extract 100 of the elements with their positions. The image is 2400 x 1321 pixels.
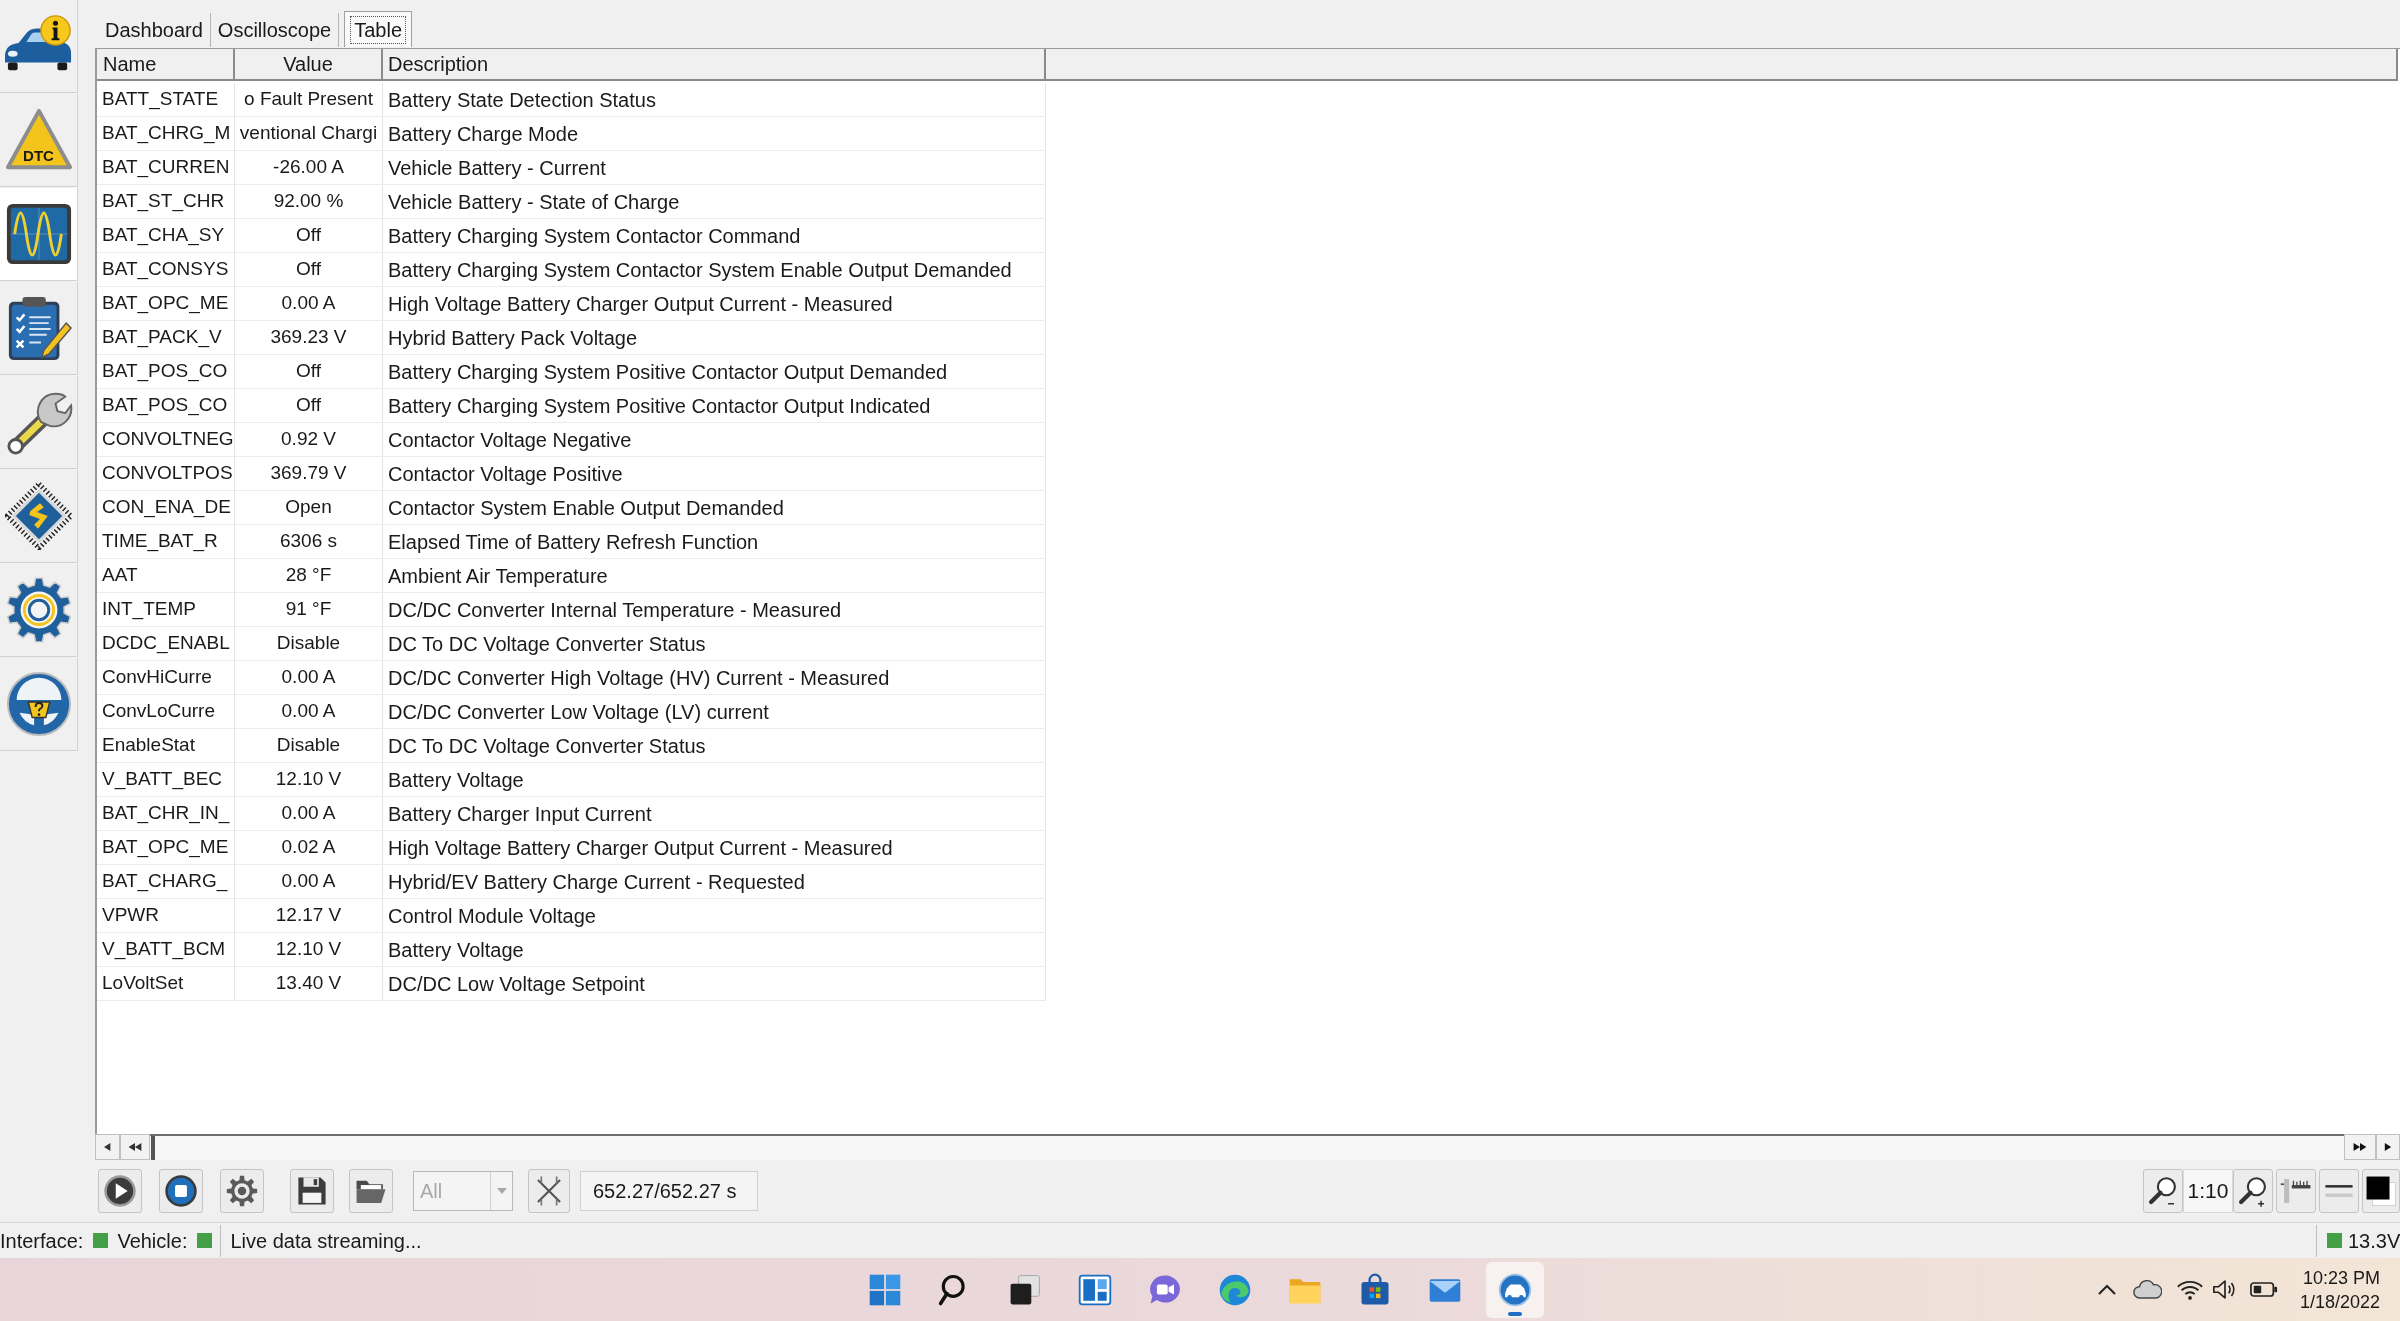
column-header[interactable]: Description bbox=[383, 49, 1046, 81]
zoom-level-label: 1:10 bbox=[2183, 1169, 2233, 1213]
zoom-in-button[interactable] bbox=[2233, 1169, 2273, 1213]
table-cell: Open bbox=[235, 491, 383, 524]
table-cell: Battery Voltage bbox=[383, 933, 1046, 966]
table-cell: 0.00 A bbox=[235, 287, 383, 320]
caret-down-icon bbox=[495, 1187, 508, 1195]
play-button[interactable] bbox=[98, 1169, 142, 1213]
table-cell: BAT_CHR_IN_ bbox=[97, 797, 235, 830]
table-cell: BAT_CHA_SY bbox=[97, 219, 235, 252]
table-cell: DC/DC Low Voltage Setpoint bbox=[383, 967, 1046, 1000]
tab[interactable]: Table bbox=[344, 11, 413, 47]
table-cell: BAT_ST_CHR bbox=[97, 185, 235, 218]
table-cell: BAT_OPC_ME bbox=[97, 287, 235, 320]
table-cell: AAT bbox=[97, 559, 235, 592]
zoom-out-button[interactable] bbox=[2143, 1169, 2183, 1213]
save-button[interactable] bbox=[290, 1169, 334, 1213]
table-cell: 12.10 V bbox=[235, 763, 383, 796]
tab[interactable]: Oscilloscope bbox=[210, 13, 340, 47]
table-cell: 369.23 V bbox=[235, 321, 383, 354]
tab[interactable]: Dashboard bbox=[98, 13, 211, 47]
sidebar-button[interactable] bbox=[0, 188, 78, 281]
table-cell: INT_TEMP bbox=[97, 593, 235, 626]
table-cell: Contactor Voltage Positive bbox=[383, 457, 1046, 490]
color-swatch-icon bbox=[2364, 1174, 2398, 1208]
table-cell: BAT_CHRG_M bbox=[97, 117, 235, 150]
status-label: Vehicle: bbox=[117, 1228, 188, 1254]
table-cell: Battery Charge Mode bbox=[383, 117, 1046, 150]
table-cell: BAT_OPC_ME bbox=[97, 831, 235, 864]
sidebar-button[interactable] bbox=[0, 0, 78, 93]
scrollbar-thumb[interactable] bbox=[151, 1136, 155, 1160]
table-cell: Disable bbox=[235, 729, 383, 762]
table-cell: Contactor Voltage Negative bbox=[383, 423, 1046, 456]
table-cell: o Fault Present bbox=[235, 83, 383, 116]
settings-button[interactable] bbox=[220, 1169, 264, 1213]
table-cell: 0.02 A bbox=[235, 831, 383, 864]
table-cell: Off bbox=[235, 253, 383, 286]
table-cell: ventional Chargi bbox=[235, 117, 383, 150]
table-cell: DC To DC Voltage Converter Status bbox=[383, 729, 1046, 762]
table-cell: Battery Charging System Positive Contactor Output Demanded bbox=[383, 355, 1046, 388]
play-icon bbox=[103, 1174, 137, 1208]
table-cell: VPWR bbox=[97, 899, 235, 932]
column-header[interactable] bbox=[1046, 49, 2398, 81]
settings-icon bbox=[225, 1174, 259, 1208]
table-cell: Vehicle Battery - State of Charge bbox=[383, 185, 1046, 218]
table-cell: LoVoltSet bbox=[97, 967, 235, 1000]
scroll-left-button[interactable] bbox=[95, 1134, 120, 1160]
table-cell: Off bbox=[235, 355, 383, 388]
table-cell: 12.17 V bbox=[235, 899, 383, 932]
stop-icon bbox=[164, 1174, 198, 1208]
open-button[interactable] bbox=[349, 1169, 393, 1213]
table-cell: 13.40 V bbox=[235, 967, 383, 1000]
table-cell: CON_ENA_DE bbox=[97, 491, 235, 524]
sidebar-button[interactable] bbox=[0, 282, 78, 375]
table-cell: 0.92 V bbox=[235, 423, 383, 456]
table-cell: Vehicle Battery - Current bbox=[383, 151, 1046, 184]
table-cell: DC/DC Converter Low Voltage (LV) current bbox=[383, 695, 1046, 728]
table-cell: 0.00 A bbox=[235, 661, 383, 694]
sidebar-button[interactable]: DTC bbox=[0, 94, 78, 187]
column-header[interactable]: Name bbox=[97, 49, 235, 81]
table-cell: BAT_CHARG_ bbox=[97, 865, 235, 898]
table-cell: 91 °F bbox=[235, 593, 383, 626]
time-display: 652.27/652.27 s bbox=[580, 1171, 758, 1211]
wifi-icon bbox=[2175, 1278, 2204, 1301]
clock-time: 10:23 PM bbox=[2302, 1266, 2380, 1290]
gear-icon bbox=[4, 576, 73, 644]
table-cell: 6306 s bbox=[235, 525, 383, 558]
scroll-right-button[interactable] bbox=[2376, 1134, 2400, 1160]
sidebar-button[interactable] bbox=[0, 376, 78, 469]
table-cell: Hybrid/EV Battery Charge Current - Requested bbox=[383, 865, 1046, 898]
table-cell: DC/DC Converter Internal Temperature - Measured bbox=[383, 593, 1046, 626]
table-cell: Off bbox=[235, 219, 383, 252]
stop-button[interactable] bbox=[159, 1169, 203, 1213]
steering-wheel-help-icon bbox=[4, 670, 73, 738]
table-cell: DC/DC Converter High Voltage (HV) Current - Measured bbox=[383, 661, 1046, 694]
active-indicator bbox=[1508, 1311, 1522, 1316]
table-cell: ConvHiCurre bbox=[97, 661, 235, 694]
chip-icon bbox=[4, 482, 73, 550]
ruler-button[interactable] bbox=[2276, 1169, 2316, 1213]
table-cell: Control Module Voltage bbox=[383, 899, 1046, 932]
table-cell: 28 °F bbox=[235, 559, 383, 592]
table-cell: BAT_POS_CO bbox=[97, 355, 235, 388]
table-cell: BAT_CONSYS bbox=[97, 253, 235, 286]
table-cell: Disable bbox=[235, 627, 383, 660]
scroll-end-button[interactable] bbox=[2344, 1134, 2376, 1160]
table-cell: 0.00 A bbox=[235, 865, 383, 898]
cursor-button[interactable] bbox=[528, 1169, 570, 1213]
color-button[interactable] bbox=[2362, 1169, 2400, 1213]
sidebar-button[interactable] bbox=[0, 564, 78, 657]
table-cell: V_BATT_BEC bbox=[97, 763, 235, 796]
cloud-icon bbox=[2131, 1278, 2162, 1301]
car-badge-icon bbox=[1497, 1271, 1533, 1308]
scroll-start-button[interactable] bbox=[120, 1134, 150, 1160]
table-cell: High Voltage Battery Charger Output Current - Measured bbox=[383, 831, 1046, 864]
table-cell: 92.00 % bbox=[235, 185, 383, 218]
sidebar-button[interactable] bbox=[0, 470, 78, 563]
column-header[interactable]: Value bbox=[235, 49, 383, 81]
double-triangle-right-icon bbox=[2352, 1142, 2368, 1152]
line-style-button[interactable] bbox=[2319, 1169, 2359, 1213]
clock-date: 1/18/2022 bbox=[2299, 1290, 2380, 1314]
